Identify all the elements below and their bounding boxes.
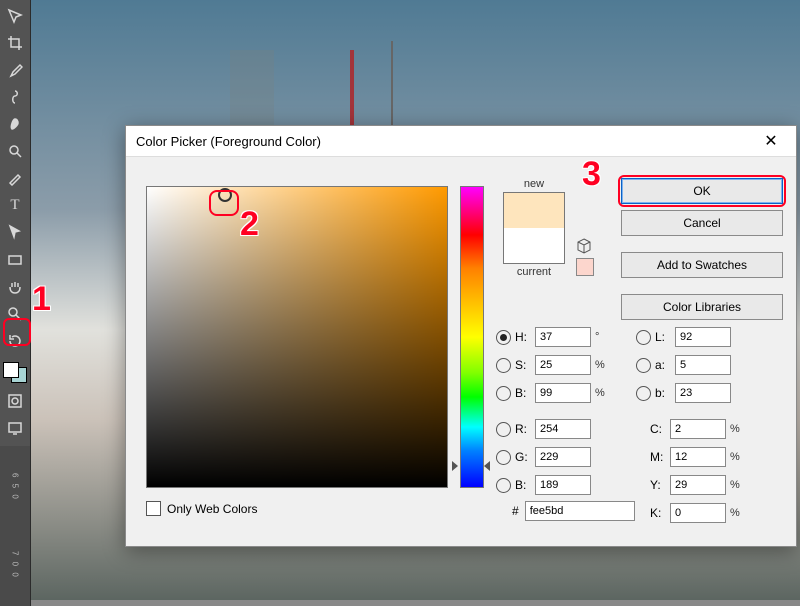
hue-input[interactable]	[535, 327, 591, 347]
l-label: L:	[655, 330, 671, 344]
bri-radio[interactable]	[496, 386, 511, 401]
hex-prefix: #	[512, 504, 519, 518]
color-preview-swatch	[503, 192, 565, 264]
only-web-colors-checkbox[interactable]	[146, 501, 161, 516]
websafe-swatch[interactable]	[576, 258, 594, 276]
vertical-ruler: 6 5 0 7 0 0	[0, 446, 30, 606]
new-label: new	[499, 178, 569, 190]
k-input[interactable]	[670, 503, 726, 523]
cancel-button[interactable]: Cancel	[621, 210, 783, 236]
c-input[interactable]	[670, 419, 726, 439]
foreground-background-swatch[interactable]	[3, 362, 27, 383]
pen-tool-icon[interactable]	[4, 169, 26, 188]
eyedropper-tool-icon[interactable]	[4, 60, 26, 79]
path-select-tool-icon[interactable]	[4, 223, 26, 242]
k-label: K:	[650, 506, 666, 520]
saturation-brightness-field[interactable]	[146, 186, 448, 488]
r-radio[interactable]	[496, 422, 511, 437]
m-label: M:	[650, 450, 666, 464]
a-label: a:	[655, 358, 671, 372]
sat-radio[interactable]	[496, 358, 511, 373]
close-icon[interactable]: ✕	[756, 126, 786, 156]
dialog-titlebar: Color Picker (Foreground Color) ✕	[126, 126, 796, 157]
b-label: B:	[515, 478, 531, 492]
rectangle-tool-icon[interactable]	[4, 250, 26, 269]
sat-label: S:	[515, 358, 531, 372]
only-web-colors-row: Only Web Colors	[146, 501, 257, 516]
ok-button[interactable]: OK	[621, 178, 783, 204]
color-picker-dialog: Color Picker (Foreground Color) ✕ new cu…	[125, 125, 797, 547]
bri-input[interactable]	[535, 383, 591, 403]
color-libraries-button[interactable]: Color Libraries	[621, 294, 783, 320]
eraser-tool-icon[interactable]	[4, 114, 26, 133]
bri-label: B:	[515, 386, 531, 400]
move-tool-icon[interactable]	[4, 6, 26, 25]
c-label: C:	[650, 422, 666, 436]
g-radio[interactable]	[496, 450, 511, 465]
add-to-swatches-button[interactable]: Add to Swatches	[621, 252, 783, 278]
hand-tool-icon[interactable]	[4, 277, 26, 296]
hue-label: H:	[515, 330, 531, 344]
b-input[interactable]	[535, 475, 591, 495]
b-radio[interactable]	[496, 478, 511, 493]
crop-tool-icon[interactable]	[4, 33, 26, 52]
b2-label: b:	[655, 386, 671, 400]
gamut-warning-icon[interactable]	[576, 238, 592, 254]
b2-input[interactable]	[675, 383, 731, 403]
quickmask-tool-icon[interactable]	[4, 391, 26, 410]
blur-tool-icon[interactable]	[4, 142, 26, 161]
current-label: current	[499, 266, 569, 278]
dialog-title: Color Picker (Foreground Color)	[136, 134, 321, 149]
l-input[interactable]	[675, 327, 731, 347]
b2-radio[interactable]	[636, 386, 651, 401]
new-color-swatch	[504, 193, 564, 228]
y-label: Y:	[650, 478, 666, 492]
g-input[interactable]	[535, 447, 591, 467]
a-radio[interactable]	[636, 358, 651, 373]
hex-input[interactable]	[525, 501, 635, 521]
hue-radio[interactable]	[496, 330, 511, 345]
zoom-tool-icon[interactable]	[4, 304, 26, 323]
type-tool-icon[interactable]: T	[4, 196, 26, 215]
current-color-swatch[interactable]	[504, 228, 564, 263]
r-label: R:	[515, 422, 531, 436]
tool-palette: T 6 5 0 7 0 0	[0, 0, 31, 606]
r-input[interactable]	[535, 419, 591, 439]
sat-input[interactable]	[535, 355, 591, 375]
g-label: G:	[515, 450, 531, 464]
foreground-color-swatch[interactable]	[3, 362, 19, 378]
brush-tool-icon[interactable]	[4, 87, 26, 106]
only-web-colors-label: Only Web Colors	[167, 502, 257, 516]
hue-slider[interactable]	[460, 186, 484, 488]
y-input[interactable]	[670, 475, 726, 495]
l-radio[interactable]	[636, 330, 651, 345]
screenmode-tool-icon[interactable]	[4, 418, 26, 437]
rotate-tool-icon[interactable]	[4, 331, 26, 350]
a-input[interactable]	[675, 355, 731, 375]
m-input[interactable]	[670, 447, 726, 467]
